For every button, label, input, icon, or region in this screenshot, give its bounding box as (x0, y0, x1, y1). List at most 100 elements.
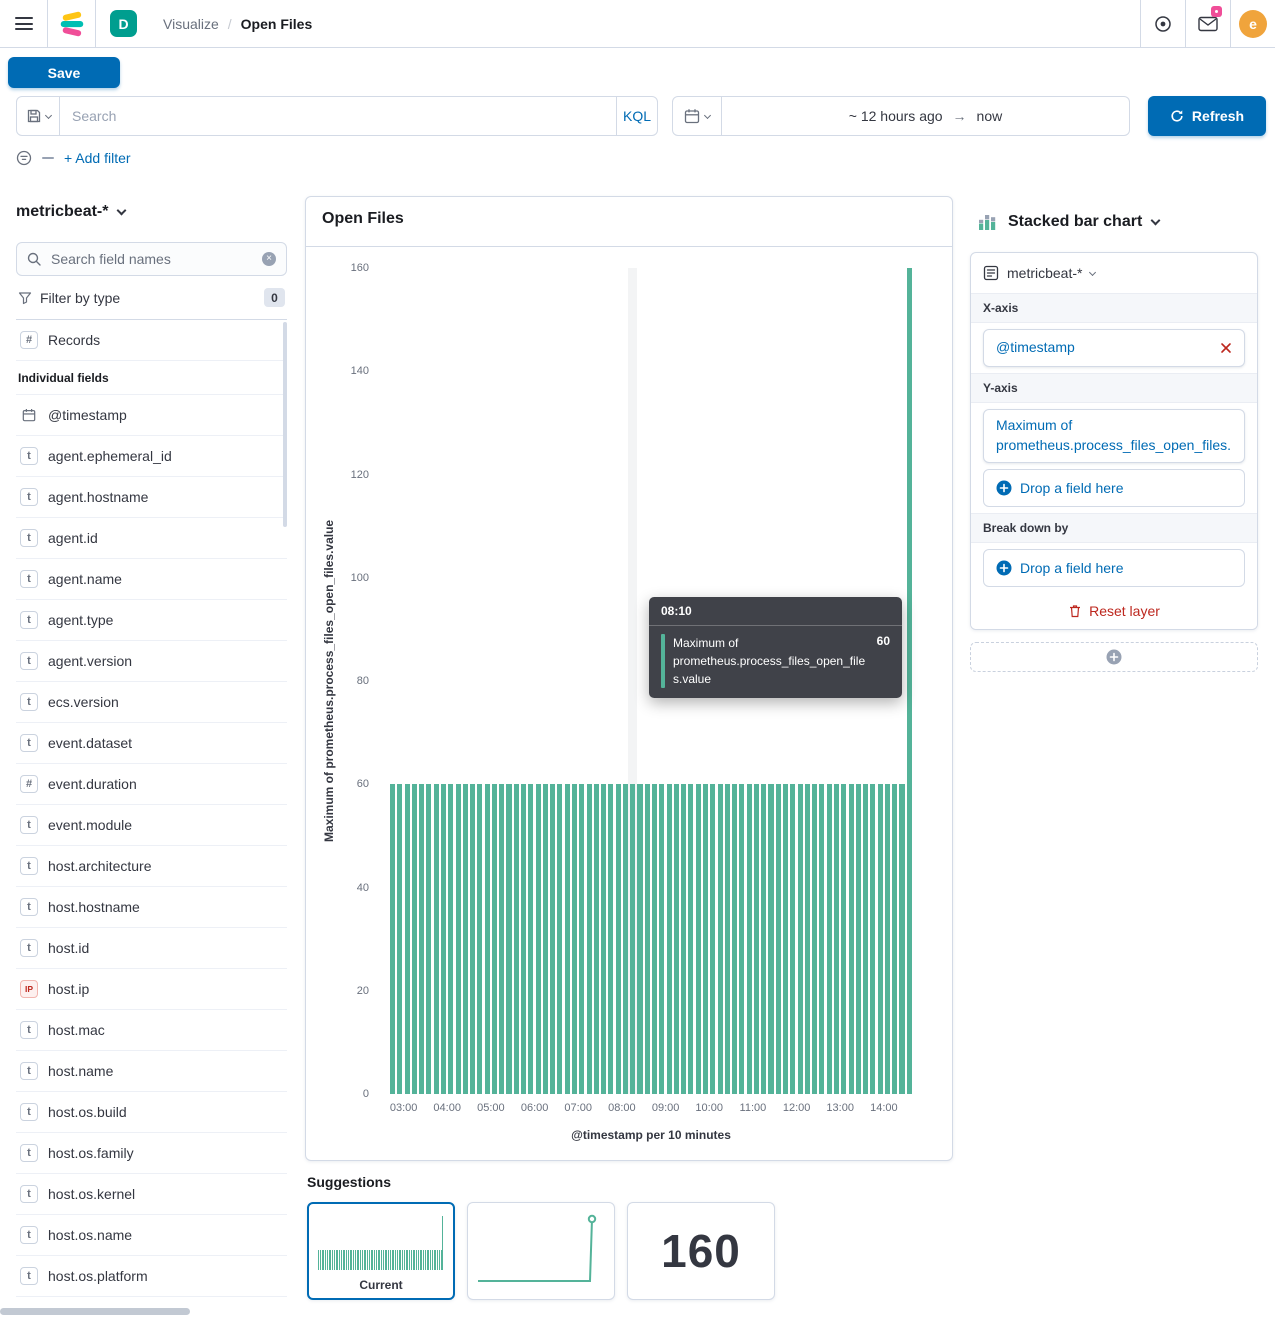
bar[interactable] (885, 784, 890, 1094)
bar[interactable] (397, 784, 402, 1094)
bar[interactable] (470, 784, 475, 1094)
bar[interactable] (725, 784, 730, 1094)
elastic-logo[interactable] (48, 0, 96, 47)
bar[interactable] (412, 784, 417, 1094)
layer-index-pattern-button[interactable]: metricbeat-* (971, 253, 1257, 293)
bar[interactable] (579, 784, 584, 1094)
bar[interactable] (419, 784, 424, 1094)
field-item[interactable]: tagent.id (16, 518, 287, 559)
save-button[interactable]: Save (8, 57, 120, 88)
field-item[interactable]: thost.id (16, 928, 287, 969)
field-item[interactable]: thost.name (16, 1051, 287, 1092)
bar[interactable] (543, 784, 548, 1094)
bar[interactable] (732, 784, 737, 1094)
bar[interactable] (616, 784, 621, 1094)
field-item[interactable]: IPhost.ip (16, 969, 287, 1010)
space-avatar[interactable]: D (110, 10, 137, 37)
bar[interactable] (506, 784, 511, 1094)
horizontal-scrollbar-thumb[interactable] (0, 1308, 190, 1315)
bar[interactable] (798, 784, 803, 1094)
bar[interactable] (863, 784, 868, 1094)
bar[interactable] (434, 784, 439, 1094)
bar[interactable] (608, 784, 613, 1094)
sidebar-scrollbar[interactable] (283, 322, 287, 527)
field-item[interactable]: @timestamp (16, 395, 287, 436)
bar[interactable] (499, 784, 504, 1094)
bar[interactable] (630, 784, 635, 1094)
field-item[interactable]: #event.duration (16, 764, 287, 805)
bar[interactable] (426, 784, 431, 1094)
field-item[interactable]: tagent.version (16, 641, 287, 682)
breadcrumb-visualize[interactable]: Visualize (163, 16, 219, 32)
field-item[interactable]: thost.os.name (16, 1215, 287, 1256)
bar[interactable] (805, 784, 810, 1094)
menu-toggle-button[interactable] (0, 0, 48, 47)
time-range-from[interactable]: ~ 12 hours ago (849, 108, 943, 124)
bar[interactable] (463, 784, 468, 1094)
field-item[interactable]: tagent.hostname (16, 477, 287, 518)
query-input[interactable] (60, 96, 616, 136)
bar[interactable] (514, 784, 519, 1094)
bar[interactable] (878, 784, 883, 1094)
bar[interactable] (718, 784, 723, 1094)
field-item[interactable]: thost.mac (16, 1010, 287, 1051)
bar[interactable] (536, 784, 541, 1094)
time-range-display[interactable]: ~ 12 hours ago → now (722, 96, 1130, 136)
user-menu-button[interactable]: e (1230, 0, 1275, 47)
help-button[interactable] (1140, 0, 1185, 47)
refresh-button[interactable]: Refresh (1148, 96, 1266, 136)
bar[interactable] (405, 784, 410, 1094)
bar[interactable] (601, 784, 606, 1094)
filter-by-type-button[interactable]: Filter by type 0 (16, 288, 287, 320)
field-item[interactable]: thost.architecture (16, 846, 287, 887)
suggestion-current[interactable]: Current (307, 1202, 455, 1300)
add-layer-button[interactable] (970, 642, 1258, 672)
bar[interactable] (674, 784, 679, 1094)
bar[interactable] (659, 784, 664, 1094)
bar[interactable] (587, 784, 592, 1094)
add-filter-link[interactable]: + Add filter (64, 150, 131, 166)
reset-layer-button[interactable]: Reset layer (971, 593, 1257, 629)
bar[interactable] (710, 784, 715, 1094)
bar[interactable] (739, 784, 744, 1094)
field-item[interactable]: tevent.dataset (16, 723, 287, 764)
bar[interactable] (754, 784, 759, 1094)
filter-options-button[interactable] (16, 150, 32, 166)
bar[interactable] (572, 784, 577, 1094)
field-item[interactable]: tevent.module (16, 805, 287, 846)
bar[interactable] (681, 784, 686, 1094)
bar[interactable] (550, 784, 555, 1094)
field-item[interactable]: thost.os.platform (16, 1256, 287, 1297)
field-item[interactable]: thost.os.family (16, 1133, 287, 1174)
suggestion-line-chart[interactable] (467, 1202, 615, 1300)
bar[interactable] (783, 784, 788, 1094)
clear-search-icon[interactable]: × (262, 252, 276, 266)
field-search-input[interactable] (49, 250, 254, 268)
chart-type-switcher[interactable]: Stacked bar chart (976, 206, 1258, 238)
suggestion-metric[interactable]: 160 (627, 1202, 775, 1300)
bar[interactable] (623, 784, 628, 1094)
bar[interactable] (528, 784, 533, 1094)
bar[interactable] (521, 784, 526, 1094)
newsfeed-button[interactable] (1185, 0, 1230, 47)
bar[interactable] (899, 784, 904, 1094)
bar[interactable] (870, 784, 875, 1094)
bar[interactable] (557, 784, 562, 1094)
bar[interactable] (477, 784, 482, 1094)
remove-dimension-icon[interactable] (1216, 338, 1236, 358)
bar[interactable] (594, 784, 599, 1094)
bar[interactable] (827, 784, 832, 1094)
breakdown-drop-target[interactable]: Drop a field here (983, 549, 1245, 587)
bar[interactable] (456, 784, 461, 1094)
bar[interactable] (812, 784, 817, 1094)
bar[interactable] (776, 784, 781, 1094)
index-pattern-switcher[interactable]: metricbeat-* (16, 198, 287, 226)
bar[interactable] (703, 784, 708, 1094)
bar[interactable] (565, 784, 570, 1094)
y-axis-drop-target[interactable]: Drop a field here (983, 469, 1245, 507)
bar[interactable] (768, 784, 773, 1094)
query-language-button[interactable]: KQL (616, 96, 658, 136)
bar[interactable] (637, 784, 642, 1094)
bar[interactable] (441, 784, 446, 1094)
bar[interactable] (390, 784, 395, 1094)
